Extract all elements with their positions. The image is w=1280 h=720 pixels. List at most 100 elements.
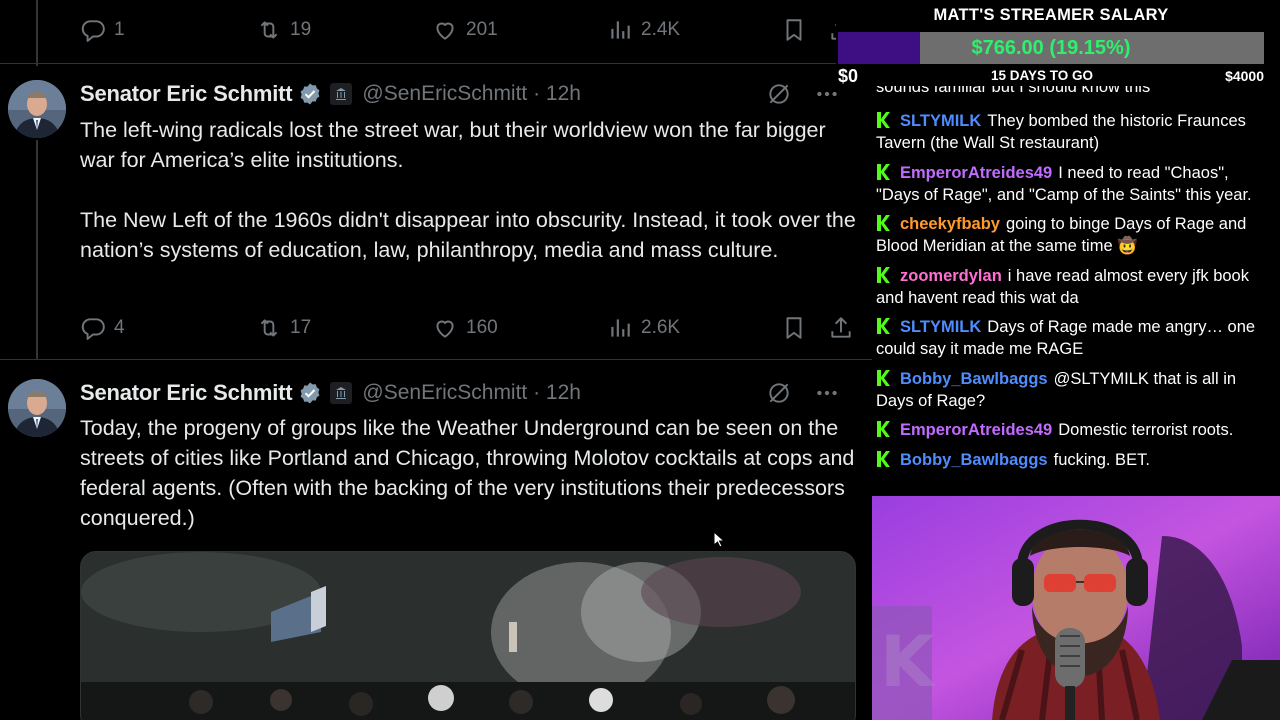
views-icon <box>611 21 630 39</box>
chat-username[interactable]: SLTYMILK <box>900 112 981 130</box>
author-handle[interactable]: @SenEricSchmitt · 12h <box>362 82 581 106</box>
reply-count: 4 <box>114 317 125 338</box>
chat-message: zoomerdylan i have read almost every jfk … <box>876 265 1272 309</box>
share-icon <box>831 317 851 338</box>
bookmark-button[interactable] <box>781 15 807 45</box>
chat-username[interactable]: Bobby_Bawlbaggs <box>900 370 1048 388</box>
share-button[interactable] <box>828 313 854 343</box>
retweet-icon <box>260 21 278 39</box>
salary-progress-bar: $766.00 (19.15%) <box>838 32 1264 64</box>
chat-badge-icon <box>877 266 890 283</box>
tweet-header: Senator Eric Schmitt @SenEricSchmitt · 1… <box>80 79 856 109</box>
like-icon <box>436 22 454 40</box>
tweet-divider <box>0 359 872 360</box>
chat-message: cheekyfbaby going to binge Days of Rage a… <box>876 213 1272 257</box>
views-button[interactable]: 2.4K <box>607 15 680 45</box>
gov-badge-icon <box>330 83 353 105</box>
chat-message: SLTYMILK Days of Rage made me angry… one … <box>876 316 1272 360</box>
tweet-media-image[interactable] <box>80 551 856 720</box>
bookmark-icon <box>786 317 802 339</box>
chat-message: EmperorAtreides49 I need to read "Chaos",… <box>876 162 1272 206</box>
views-icon <box>611 319 630 337</box>
tweet-actions-top: 1 19 201 2.4K <box>80 15 856 45</box>
views-count: 2.6K <box>641 317 681 338</box>
tweet-text: The left-wing radicals lost the street w… <box>80 115 856 265</box>
salary-days-left: 15 DAYS TO GO <box>990 68 1094 83</box>
retweet-icon <box>260 319 278 337</box>
reply-icon <box>81 20 105 42</box>
avatar[interactable] <box>8 379 66 437</box>
tweet-text: Today, the progeny of groups like the We… <box>80 413 856 533</box>
tweet-header: Senator Eric Schmitt @SenEricSchmitt · 1… <box>80 378 856 408</box>
chat-username[interactable]: SLTYMILK <box>900 318 981 336</box>
bookmark-icon <box>786 19 802 41</box>
retweet-count: 19 <box>290 19 312 40</box>
svg-text:K: K <box>880 621 937 703</box>
like-button[interactable]: 160 <box>432 313 498 343</box>
reply-icon <box>81 318 105 340</box>
cursor-icon <box>713 531 726 548</box>
like-icon <box>436 320 454 338</box>
chat-username[interactable]: Bobby_Bawlbaggs <box>900 451 1048 469</box>
chat-message-partial: sounds familiar but I should know this <box>876 86 1151 96</box>
more-icon[interactable] <box>814 380 840 406</box>
like-count: 160 <box>466 317 498 338</box>
retweet-button[interactable]: 19 <box>256 15 311 45</box>
avatar[interactable] <box>8 80 66 138</box>
retweet-button[interactable]: 17 <box>256 313 311 343</box>
salary-amount: $766.00 (19.15%) <box>971 37 1131 59</box>
chat-message-list: SLTYMILK They bombed the historic Fraunce… <box>876 110 1272 478</box>
salary-title: MATT'S STREAMER SALARY <box>933 6 1169 24</box>
verified-icon <box>301 382 320 404</box>
chat-badge-icon <box>877 450 890 467</box>
chat-message: Bobby_Bawlbaggs fucking. BET. <box>876 449 1272 471</box>
chat-text: fucking. BET. <box>1053 450 1150 469</box>
chat-badge-icon <box>877 369 890 386</box>
chat-badge-icon <box>877 215 890 231</box>
chat-message: Bobby_Bawlbaggs @SLTYMILK that is all in … <box>876 368 1272 412</box>
chat-message: SLTYMILK They bombed the historic Fraunce… <box>876 110 1272 154</box>
tweet-header-actions <box>766 380 840 406</box>
chat-username[interactable]: cheekyfbaby <box>900 215 1000 233</box>
chat-badge-icon <box>877 163 890 180</box>
bookmark-button[interactable] <box>781 313 807 343</box>
grok-icon[interactable] <box>766 81 792 107</box>
avatar-image <box>8 80 66 138</box>
chat-badge-icon <box>877 112 890 128</box>
author-handle[interactable]: @SenEricSchmitt · 12h <box>362 381 581 405</box>
reply-button[interactable]: 4 <box>80 313 125 343</box>
tweet-paragraph: Today, the progeny of groups like the We… <box>80 416 855 530</box>
streamer-webcam-image: K <box>872 496 1280 720</box>
tweet-header-actions <box>766 81 840 107</box>
chat-username[interactable]: zoomerdylan <box>900 267 1002 285</box>
reply-count: 1 <box>114 19 125 40</box>
verified-icon <box>301 83 320 105</box>
chat-badge-icon <box>877 421 890 437</box>
chat-badge-icon <box>877 318 890 334</box>
grok-icon[interactable] <box>766 380 792 406</box>
salary-goal-widget: MATT'S STREAMER SALARY $766.00 (19.15%) … <box>836 0 1280 88</box>
thread-line <box>36 0 38 66</box>
gov-badge-icon <box>330 382 353 404</box>
avatar-image <box>8 379 66 437</box>
protest-photo <box>81 552 855 720</box>
chat-text: Domestic terrorist roots. <box>1058 421 1234 439</box>
views-button[interactable]: 2.6K <box>607 313 680 343</box>
tweet-paragraph: The New Left of the 1960s didn't disappe… <box>80 208 856 262</box>
reply-button[interactable]: 1 <box>80 15 125 45</box>
chat-username[interactable]: EmperorAtreides49 <box>900 421 1052 439</box>
webcam-feed: K <box>872 496 1280 720</box>
stream-chat: sounds familiar but I should know this S… <box>872 86 1280 496</box>
thread-line <box>36 140 38 360</box>
tweet-paragraph: The left-wing radicals lost the street w… <box>80 118 826 172</box>
like-button[interactable]: 201 <box>432 15 498 45</box>
author-name[interactable]: Senator Eric Schmitt <box>80 81 293 107</box>
tweet-divider <box>0 63 872 64</box>
twitter-feed: 1 19 201 2.4K Senator Eric Schmitt @SenE… <box>0 0 872 720</box>
like-count: 201 <box>466 19 498 40</box>
retweet-count: 17 <box>290 317 312 338</box>
author-name[interactable]: Senator Eric Schmitt <box>80 380 293 406</box>
salary-max-label: $4000 <box>1225 68 1264 84</box>
chat-username[interactable]: EmperorAtreides49 <box>900 164 1052 182</box>
tweet-actions: 4 17 160 2.6K <box>80 313 856 343</box>
